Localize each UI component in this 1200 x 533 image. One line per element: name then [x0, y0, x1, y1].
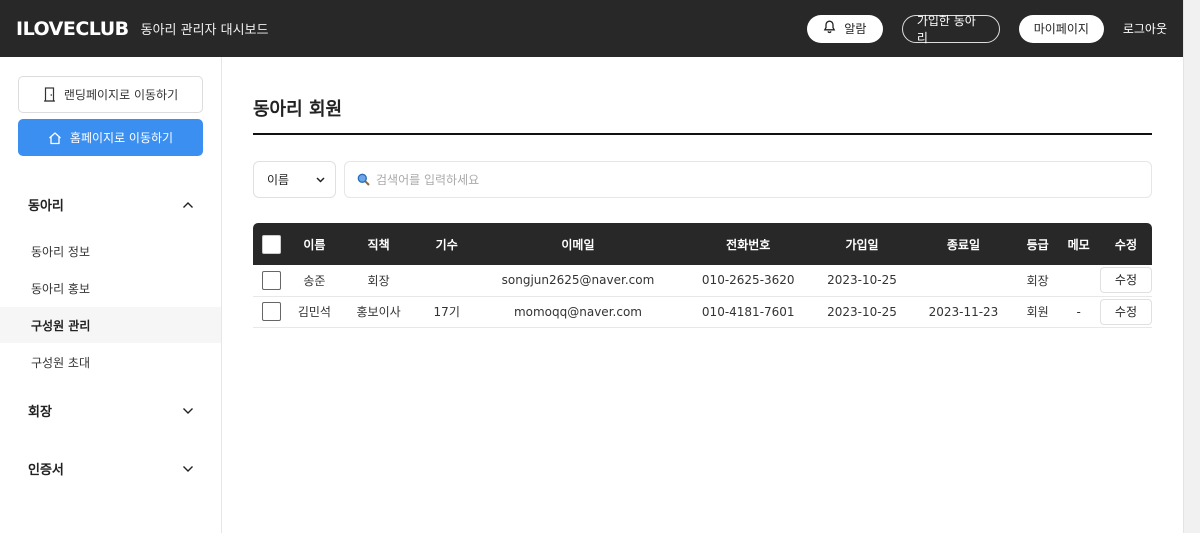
- cell-grade: 회장: [1026, 273, 1049, 288]
- page-scrollbar[interactable]: [1183, 0, 1200, 533]
- sidebar-item-club-promo[interactable]: 동아리 홍보: [0, 270, 221, 306]
- search-input[interactable]: [376, 172, 1076, 187]
- cell-name: 송준: [303, 273, 326, 288]
- member-table: 이름 직책 기수 이메일 전화번호 가입일 종료일 등급 메모 수정 송준 회장…: [253, 223, 1152, 328]
- sidebar-item-member-invite[interactable]: 구성원 초대: [0, 344, 221, 380]
- cell-ended: 2023-11-23: [928, 304, 999, 319]
- search-box: [344, 161, 1152, 198]
- header-subtitle: 동아리 관리자 대시보드: [140, 23, 269, 38]
- col-header-name: 이름: [303, 237, 326, 252]
- cell-edit: 수정: [1099, 265, 1152, 296]
- cell-gen: [419, 265, 474, 296]
- row-select-cell: [253, 296, 291, 327]
- chevron-up-icon: [183, 201, 193, 208]
- cell-phone: 010-2625-3620: [701, 273, 795, 288]
- sidebar-item-club-info[interactable]: 동아리 정보: [0, 233, 221, 269]
- cell-edit: 수정: [1099, 296, 1152, 327]
- section-certificate-title: 인증서: [28, 463, 64, 478]
- home-icon: [48, 131, 61, 144]
- section-president-title: 회장: [28, 405, 52, 420]
- select-all-checkbox[interactable]: [262, 234, 282, 254]
- header-actions: 알람 가입한 동아리 마이페이지 로그아웃: [788, 14, 1183, 45]
- cell-joined: 2023-10-25: [827, 273, 897, 288]
- logout-link[interactable]: 로그아웃: [1123, 20, 1167, 37]
- go-landing-label: 랜딩페이지로 이동하기: [63, 88, 179, 102]
- select-all-cell: [253, 223, 291, 265]
- cell-ended: [909, 265, 1018, 296]
- bell-icon: [823, 20, 836, 37]
- search-filter-select[interactable]: 이름: [253, 161, 336, 198]
- cell-name: 김민석: [297, 305, 331, 319]
- row-checkbox[interactable]: [262, 302, 282, 321]
- table-row: 송준 회장 songjun2625@naver.com 010-2625-362…: [253, 265, 1152, 296]
- mypage-button[interactable]: 마이페이지: [1018, 14, 1104, 43]
- col-header-grade: 등급: [1026, 237, 1049, 252]
- go-landing-button[interactable]: 랜딩페이지로 이동하기: [18, 76, 203, 113]
- page-title: 동아리 회원: [253, 99, 343, 120]
- col-header-edit: 수정: [1114, 237, 1137, 252]
- joined-clubs-button[interactable]: 가입한 동아리: [901, 14, 1000, 45]
- chevron-down-icon: [183, 465, 193, 472]
- cell-memo: [1057, 265, 1100, 296]
- cell-memo: -: [1076, 304, 1081, 319]
- alarm-button[interactable]: 알람: [806, 14, 883, 43]
- col-header-joined: 가입일: [845, 237, 879, 252]
- door-icon: [43, 87, 55, 102]
- cell-role: 회장: [367, 273, 390, 288]
- cell-email: momoqq@naver.com: [513, 304, 642, 319]
- filter-selected-value: 이름: [267, 173, 290, 187]
- search-icon: [357, 173, 370, 186]
- sidebar-item-member-manage[interactable]: 구성원 관리: [0, 307, 221, 343]
- section-club-title: 동아리: [28, 199, 64, 214]
- sidebar-section-certificate[interactable]: 인증서: [28, 459, 194, 478]
- row-select-cell: [253, 265, 291, 296]
- col-header-role: 직책: [367, 237, 390, 252]
- cell-phone: 010-4181-7601: [701, 304, 795, 319]
- sidebar-section-president[interactable]: 회장: [28, 401, 194, 420]
- chevron-down-icon: [316, 176, 325, 183]
- top-header: ILOVECLUB 동아리 관리자 대시보드 알람 가입한 동아리 마이페이지 …: [0, 0, 1183, 57]
- chevron-down-icon: [183, 407, 193, 414]
- row-checkbox[interactable]: [262, 270, 282, 290]
- col-header-email: 이메일: [561, 237, 595, 252]
- sidebar: 랜딩페이지로 이동하기 홈페이지로 이동하기 동아리 동아리 정보 동아리 홍보…: [0, 57, 222, 533]
- table-header-row: 이름 직책 기수 이메일 전화번호 가입일 종료일 등급 메모 수정: [253, 223, 1152, 265]
- col-header-gen: 기수: [435, 237, 458, 252]
- edit-button[interactable]: 수정: [1099, 267, 1152, 294]
- go-home-label: 홈페이지로 이동하기: [69, 131, 174, 145]
- cell-joined: 2023-10-25: [827, 304, 897, 319]
- sidebar-section-club[interactable]: 동아리: [28, 195, 194, 214]
- table-row: 김민석 홍보이사 17기 momoqq@naver.com 010-4181-7…: [253, 296, 1152, 327]
- edit-button[interactable]: 수정: [1099, 298, 1152, 325]
- cell-role: 홍보이사: [356, 305, 401, 319]
- cell-grade: 회원: [1026, 305, 1049, 319]
- cell-email: songjun2625@naver.com: [501, 273, 655, 288]
- cell-gen: 17기: [433, 305, 460, 319]
- brand-logo[interactable]: ILOVECLUB: [16, 18, 129, 40]
- go-home-button[interactable]: 홈페이지로 이동하기: [18, 119, 203, 156]
- col-header-memo: 메모: [1067, 237, 1090, 252]
- col-header-phone: 전화번호: [726, 237, 771, 252]
- col-header-ended: 종료일: [946, 237, 981, 252]
- title-divider: [253, 133, 1152, 135]
- alarm-label: 알람: [844, 22, 867, 36]
